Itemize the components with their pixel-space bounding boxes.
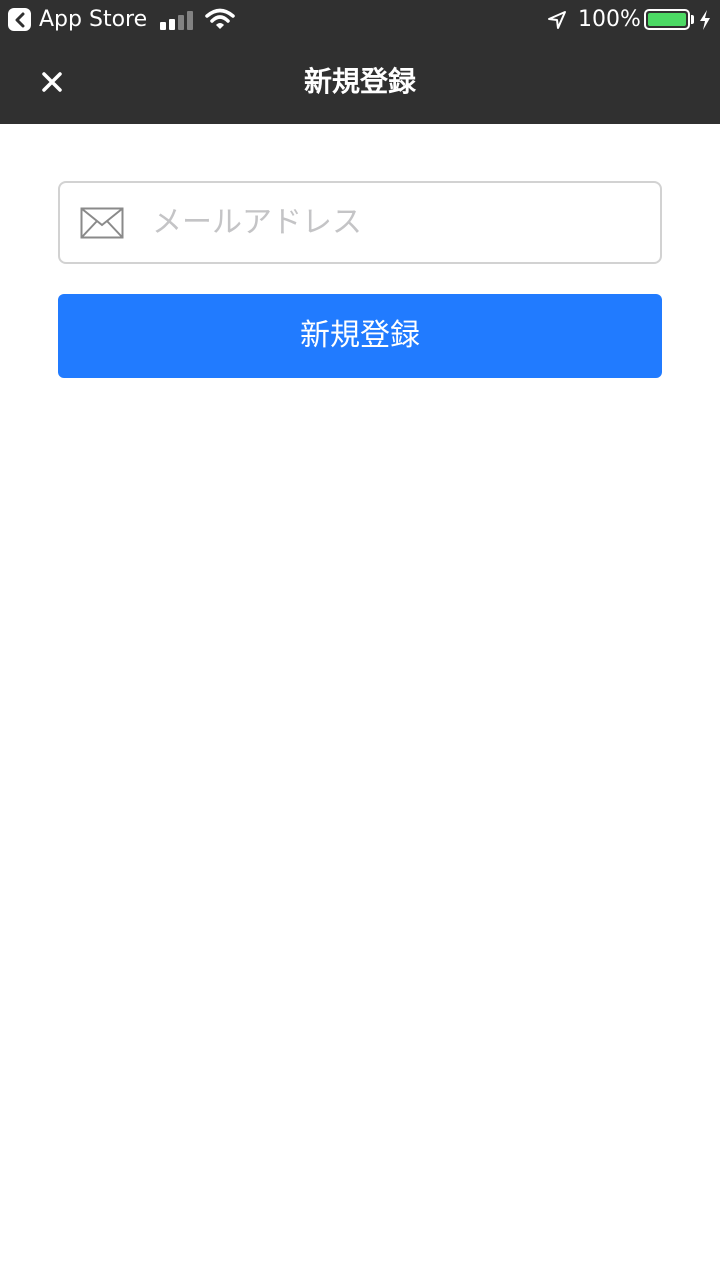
email-input[interactable] bbox=[152, 183, 652, 262]
charging-bolt-icon bbox=[700, 10, 710, 30]
wifi-icon bbox=[205, 8, 235, 29]
email-field[interactable] bbox=[58, 181, 662, 264]
battery-icon bbox=[644, 9, 690, 30]
back-app-label[interactable]: App Store bbox=[39, 6, 147, 34]
location-arrow-icon bbox=[548, 11, 566, 29]
back-to-app-button[interactable] bbox=[8, 8, 31, 31]
battery-percent: 100% bbox=[578, 7, 641, 32]
battery-fill bbox=[648, 13, 686, 26]
status-bar: App Store 100% bbox=[0, 0, 720, 40]
battery-tip bbox=[691, 15, 694, 24]
signal-icon bbox=[160, 10, 194, 30]
back-chevron-icon bbox=[15, 12, 24, 27]
mail-icon bbox=[80, 207, 124, 239]
navigation-bar: 新規登録 bbox=[0, 40, 720, 124]
page-title: 新規登録 bbox=[303, 65, 416, 98]
register-button[interactable]: 新規登録 bbox=[58, 294, 662, 378]
